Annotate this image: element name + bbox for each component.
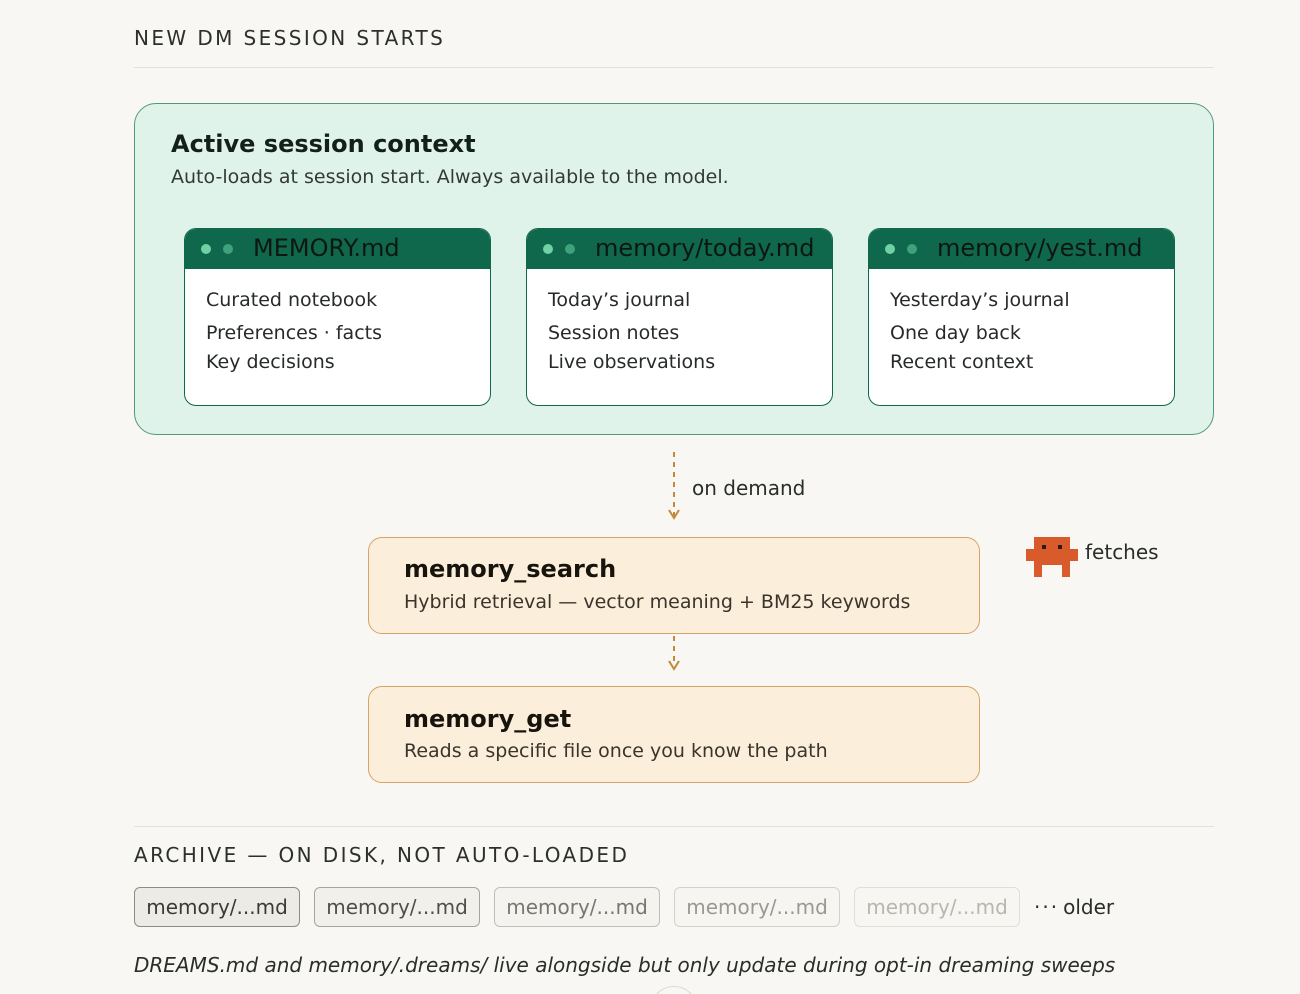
search-to-get-arrow: [668, 636, 680, 671]
header-divider: [134, 67, 1214, 68]
dreams-footnote: DREAMS.md and memory/.dreams/ live along…: [134, 953, 1116, 977]
section-title: NEW DM SESSION STARTS: [134, 26, 446, 50]
memory-get-box[interactable]: [368, 686, 980, 783]
window-dot-icon: [885, 244, 895, 254]
archive-divider: [134, 826, 1214, 827]
card-header: memory/today.md: [527, 229, 832, 269]
window-dot-icon: [201, 244, 211, 254]
archive-file-chip[interactable]: memory/...md: [674, 887, 840, 927]
tool-name: memory_get: [404, 705, 572, 733]
older-label: older: [1063, 895, 1115, 919]
card-filename: MEMORY.md: [253, 234, 400, 262]
archive-chip-row: memory/...md memory/...md memory/...md m…: [134, 887, 1114, 927]
tool-description: Reads a specific file once you know the …: [404, 740, 828, 762]
card-filename: memory/yest.md: [937, 234, 1143, 262]
archive-title: ARCHIVE — ON DISK, NOT AUTO-LOADED: [134, 843, 630, 867]
window-dot-icon: [907, 244, 917, 254]
on-demand-arrow: [668, 452, 680, 520]
archive-file-chip[interactable]: memory/...md: [134, 887, 300, 927]
card-line: Session notes: [548, 322, 680, 344]
memory-file-card[interactable]: MEMORY.md Curated notebook Preferences ·…: [184, 228, 491, 406]
today-file-card[interactable]: memory/today.md Today’s journal Session …: [526, 228, 833, 406]
archive-file-chip[interactable]: memory/...md: [854, 887, 1020, 927]
card-header: MEMORY.md: [185, 229, 490, 269]
card-line: Live observations: [548, 351, 716, 373]
card-header: memory/yest.md: [869, 229, 1174, 269]
window-dot-icon: [223, 244, 233, 254]
tool-description: Hybrid retrieval — vector meaning + BM25…: [404, 591, 911, 613]
older-indicator: ··· older: [1034, 895, 1114, 919]
ellipsis-icon: ···: [1034, 895, 1060, 919]
card-line: Key decisions: [206, 351, 335, 373]
context-title: Active session context: [171, 130, 476, 158]
archive-file-chip[interactable]: memory/...md: [494, 887, 660, 927]
window-dot-icon: [543, 244, 553, 254]
card-line: One day back: [890, 322, 1021, 344]
card-filename: memory/today.md: [595, 234, 815, 262]
on-demand-label: on demand: [692, 476, 806, 500]
circle-icon: [650, 986, 698, 994]
context-subtitle: Auto-loads at session start. Always avai…: [171, 166, 729, 188]
card-line: Recent context: [890, 351, 1034, 373]
card-line: Curated notebook: [206, 289, 378, 311]
archive-file-chip[interactable]: memory/...md: [314, 887, 480, 927]
window-dot-icon: [565, 244, 575, 254]
pixel-robot-icon: [1026, 537, 1078, 577]
yesterday-file-card[interactable]: memory/yest.md Yesterday’s journal One d…: [868, 228, 1175, 406]
fetches-label: fetches: [1085, 540, 1159, 564]
card-line: Yesterday’s journal: [890, 289, 1070, 311]
card-line: Preferences · facts: [206, 322, 382, 344]
memory-search-box[interactable]: [368, 537, 980, 634]
card-line: Today’s journal: [548, 289, 691, 311]
tool-name: memory_search: [404, 555, 617, 583]
